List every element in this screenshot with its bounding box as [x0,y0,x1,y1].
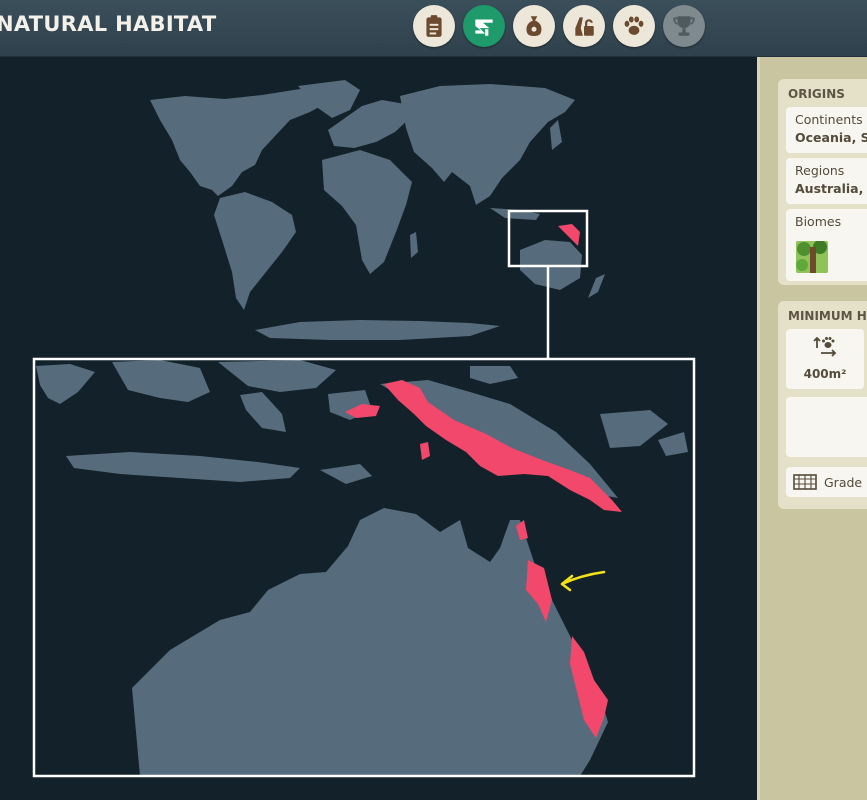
tab-enrichment[interactable] [563,5,605,47]
continents-field: Continents Oceania, So [786,107,867,153]
barrier-field: Grade 2 [786,467,867,497]
side-panel: ORIGINS Continents Oceania, So Regions A… [757,57,867,800]
tab-achievements[interactable] [663,5,705,47]
regions-field: Regions Australia, P [786,158,867,204]
tab-info[interactable] [413,5,455,47]
enrichment-icon [575,17,594,36]
tab-habitat[interactable] [463,5,505,47]
barrier-value: Grade 2 [824,475,867,490]
paw-icon [624,16,644,35]
continents-label: Continents [795,112,863,127]
minimum-habitat-heading: MINIMUM HA [788,309,867,323]
land-area-paw-icon [813,336,837,357]
minimum-habitat-card: MINIMUM HA 400m² Grade 2 [778,301,867,509]
page-title: NATURAL HABITAT [0,12,217,36]
origins-heading: ORIGINS [788,87,845,101]
tab-food[interactable] [513,5,555,47]
food-sack-icon [526,16,542,37]
world-map [32,80,696,778]
water-area-field [786,397,867,457]
origins-card: ORIGINS Continents Oceania, So Regions A… [778,79,867,285]
continents-value: Oceania, So [795,130,867,145]
biomes-field: Biomes [786,209,867,281]
barrier-fence-icon [793,474,817,490]
land-area-value: 400m² [803,367,847,381]
habitat-map [0,57,757,800]
biomes-label: Biomes [795,214,842,229]
top-bar: NATURAL HABITAT [0,0,867,57]
land-area-field: 400m² [786,329,864,389]
regions-value: Australia, P [795,181,867,196]
trophy-icon [673,16,695,36]
clipboard-icon [426,15,442,37]
tab-animal[interactable] [613,5,655,47]
habitat-tree-icon [475,19,493,36]
rainforest-biome-icon[interactable] [796,241,828,273]
zoomed-inset [32,357,696,778]
regions-label: Regions [795,163,845,178]
